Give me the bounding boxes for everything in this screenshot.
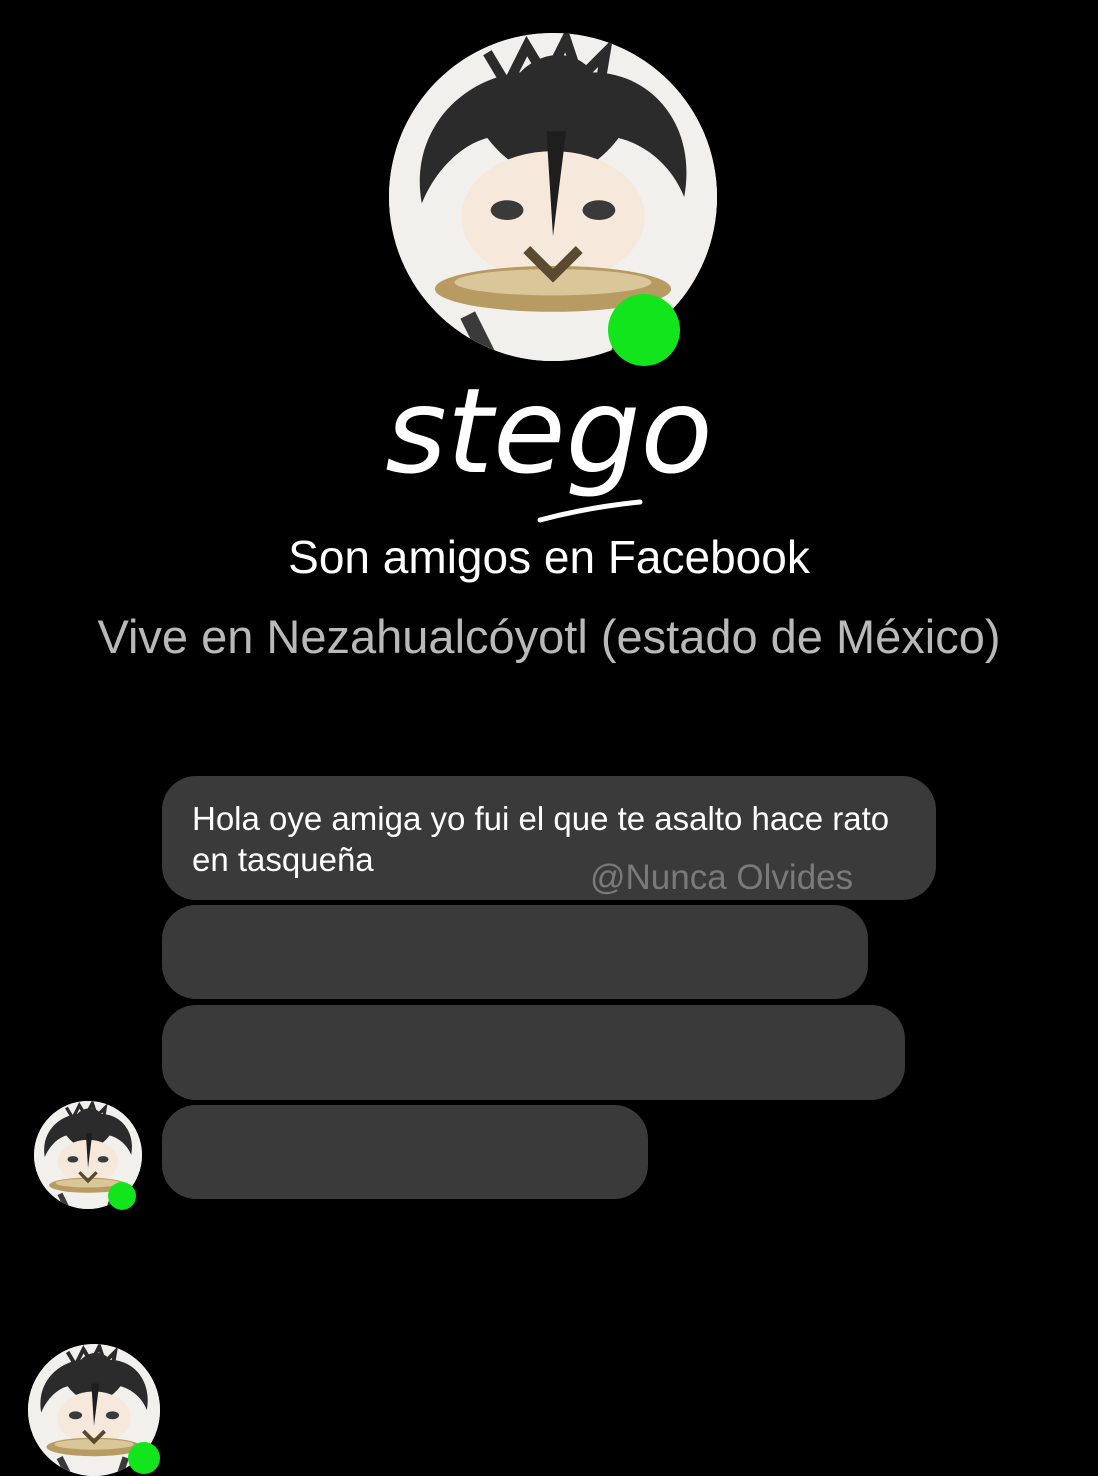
profile-name-text: stego [385,362,712,500]
redacted-message-bubble[interactable] [162,905,868,999]
online-status-dot [128,1442,160,1474]
redacted-message-bubble[interactable] [162,1105,648,1199]
online-status-dot [608,294,680,366]
watermark: @Nunca Olvides [590,858,854,897]
message-bubble[interactable]: Hola oye amiga yo fui el que te asalto h… [162,776,936,900]
online-status-dot [108,1182,136,1210]
profile-name[interactable]: stego [0,360,1098,530]
location-info: Vive en Nezahualcóyotl (estado de México… [97,610,1001,663]
redacted-message-bubble[interactable] [162,1005,905,1100]
friendship-status: Son amigos en Facebook [288,531,810,583]
